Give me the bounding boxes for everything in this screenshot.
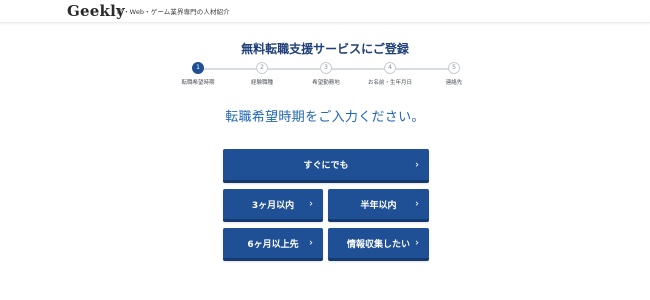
option-within-3-months-label: 3ヶ月以内 (251, 200, 295, 211)
step-4-circle: 4 (384, 62, 396, 74)
step-1-circle: 1 (192, 62, 204, 74)
step-5-circle: 5 (448, 62, 460, 74)
option-gathering-info-button[interactable]: 情報収集したい › (328, 228, 429, 261)
step-2: 2 経験職種 (234, 62, 290, 86)
progress-steps: 1 転職希望時期 2 経験職種 3 希望勤務地 4 お名前・生年月日 5 連絡先 (181, 62, 470, 92)
chevron-right-icon: › (415, 158, 419, 170)
site-header: Geekly IT・Web・ゲーム業界専門の人材紹介 (0, 0, 650, 23)
step-5: 5 連絡先 (426, 62, 482, 86)
step-5-label: 連絡先 (445, 80, 463, 86)
step-3-circle: 3 (320, 62, 332, 74)
step-4-label: お名前・生年月日 (367, 80, 412, 86)
option-gathering-info-label: 情報収集したい (346, 239, 410, 250)
step-4: 4 お名前・生年月日 (362, 62, 418, 86)
step-2-circle: 2 (256, 62, 268, 74)
chevron-right-icon: › (309, 237, 313, 249)
chevron-right-icon: › (415, 237, 419, 249)
header-tagline: IT・Web・ゲーム業界専門の人材紹介 (117, 8, 230, 16)
step-3-label: 希望勤務地 (312, 80, 340, 86)
question-heading: 転職希望時期をご入力ください。 (225, 110, 425, 125)
step-3: 3 希望勤務地 (298, 62, 354, 86)
step-2-label: 経験職種 (250, 80, 273, 86)
option-after-6-months-button[interactable]: 6ヶ月以上先 › (223, 228, 323, 261)
option-within-6-months-button[interactable]: 半年以内 › (328, 189, 429, 222)
page-title: 無料転職支援サービスにご登録 (241, 42, 409, 56)
step-1: 1 転職希望時期 (170, 62, 226, 86)
chevron-right-icon: › (309, 198, 313, 210)
option-asap-label: すぐにでも (303, 161, 349, 171)
option-after-6-months-label: 6ヶ月以上先 (247, 239, 299, 250)
option-asap-button[interactable]: すぐにでも › (223, 149, 429, 183)
option-within-3-months-button[interactable]: 3ヶ月以内 › (223, 189, 323, 222)
option-within-6-months-label: 半年以内 (360, 200, 397, 211)
step-1-label: 転職希望時期 (181, 80, 215, 86)
chevron-right-icon: › (415, 198, 419, 210)
